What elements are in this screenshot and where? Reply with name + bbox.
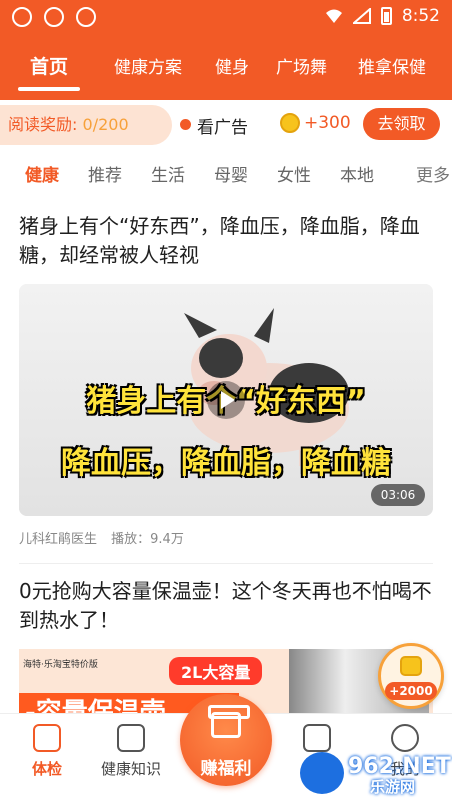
discover-icon — [303, 724, 331, 752]
ad-dot-icon — [180, 119, 191, 130]
status-time: 8:52 — [401, 6, 440, 26]
coin-stack-icon — [400, 656, 422, 676]
category-tabs: 健康 推荐 生活 母婴 女性 本地 更多 — [0, 155, 452, 193]
category-health[interactable]: 健康 — [25, 161, 59, 186]
divider — [19, 563, 433, 564]
category-recommend[interactable]: 推荐 — [88, 161, 122, 186]
category-more-label: 更多 — [416, 166, 450, 186]
app-notification-icon — [76, 7, 96, 27]
video-thumbnail[interactable]: 猪身上有个“好东西” 降血压，降血脂，降血糖 03:06 — [19, 284, 433, 516]
category-local[interactable]: 本地 — [340, 161, 374, 186]
reading-reward-bar: 阅读奖励: 0/200 看广告 +300 去领取 — [0, 100, 452, 152]
category-life[interactable]: 生活 — [151, 161, 185, 186]
ad-capacity-label: 2L大容量 — [169, 657, 263, 685]
category-women[interactable]: 女性 — [277, 161, 311, 186]
claim-button[interactable]: 去领取 — [363, 108, 440, 140]
earn-welfare-button[interactable]: 赚福利 — [180, 694, 272, 803]
reward-progress-total: 200 — [98, 115, 129, 134]
knowledge-icon — [117, 724, 145, 752]
play-icon[interactable] — [207, 381, 245, 419]
earn-welfare-label: 赚福利 — [200, 759, 252, 779]
category-more[interactable]: 更多 — [412, 155, 452, 193]
article-title[interactable]: 猪身上有个“好东西”，降血压，降血脂，降血糖，却经常被人轻视 — [19, 212, 433, 270]
floating-reward-button[interactable]: +2000 — [378, 643, 444, 709]
watermark-logo — [300, 752, 344, 794]
watermark: 962.NET 乐游网 — [300, 750, 451, 796]
reading-reward-progress: 阅读奖励: 0/200 — [0, 105, 172, 145]
watermark-subtext: 乐游网 — [370, 778, 416, 796]
video-caption-line2: 降血压，降血脂，降血糖 — [61, 446, 391, 481]
tab-fitness[interactable]: 健身 — [215, 53, 249, 78]
article-title[interactable]: 0元抢购大容量保温壶！这个冬天再也不怕喝不到热水了！ — [19, 577, 433, 635]
nav-checkup[interactable]: 体检 — [12, 724, 82, 779]
floating-reward-points: +2000 — [385, 682, 437, 700]
battery-icon — [380, 7, 392, 25]
chat-notification-icon — [44, 7, 64, 27]
video-duration: 03:06 — [371, 484, 425, 506]
tab-square-dance[interactable]: 广场舞 — [276, 53, 327, 78]
status-bar: 8:52 — [0, 0, 452, 34]
watch-ad-link[interactable]: 看广告 — [197, 113, 248, 138]
tab-home[interactable]: 首页 — [17, 52, 81, 91]
coin-icon — [280, 113, 300, 133]
app-notification-icon — [12, 7, 32, 27]
reward-points: +300 — [304, 113, 351, 133]
reward-progress-current: 0 — [82, 115, 93, 134]
ad-brand: 海特·乐淘宝特价版 — [23, 660, 98, 670]
category-maternal[interactable]: 母婴 — [214, 161, 248, 186]
nav-health-knowledge[interactable]: 健康知识 — [96, 724, 166, 779]
tab-massage[interactable]: 推拿保健 — [358, 53, 426, 78]
checkup-icon — [33, 724, 61, 752]
nav-checkup-label: 体检 — [31, 760, 62, 778]
article-author: 儿科红鹃医生 — [19, 532, 98, 547]
top-nav: 首页 健康方案 健身 广场舞 推拿保健 — [0, 40, 452, 91]
wifi-icon — [325, 9, 342, 23]
profile-icon — [391, 724, 419, 752]
nav-knowledge-label: 健康知识 — [100, 760, 161, 778]
signal-icon — [352, 8, 371, 24]
notification-icons — [12, 7, 96, 27]
reward-label: 阅读奖励: — [8, 115, 78, 134]
tab-health-plan[interactable]: 健康方案 — [114, 53, 182, 78]
gift-icon — [208, 705, 250, 738]
article-meta: 儿科红鹃医生 播放：9.4万 — [19, 528, 184, 547]
article-plays: 播放：9.4万 — [111, 532, 184, 547]
